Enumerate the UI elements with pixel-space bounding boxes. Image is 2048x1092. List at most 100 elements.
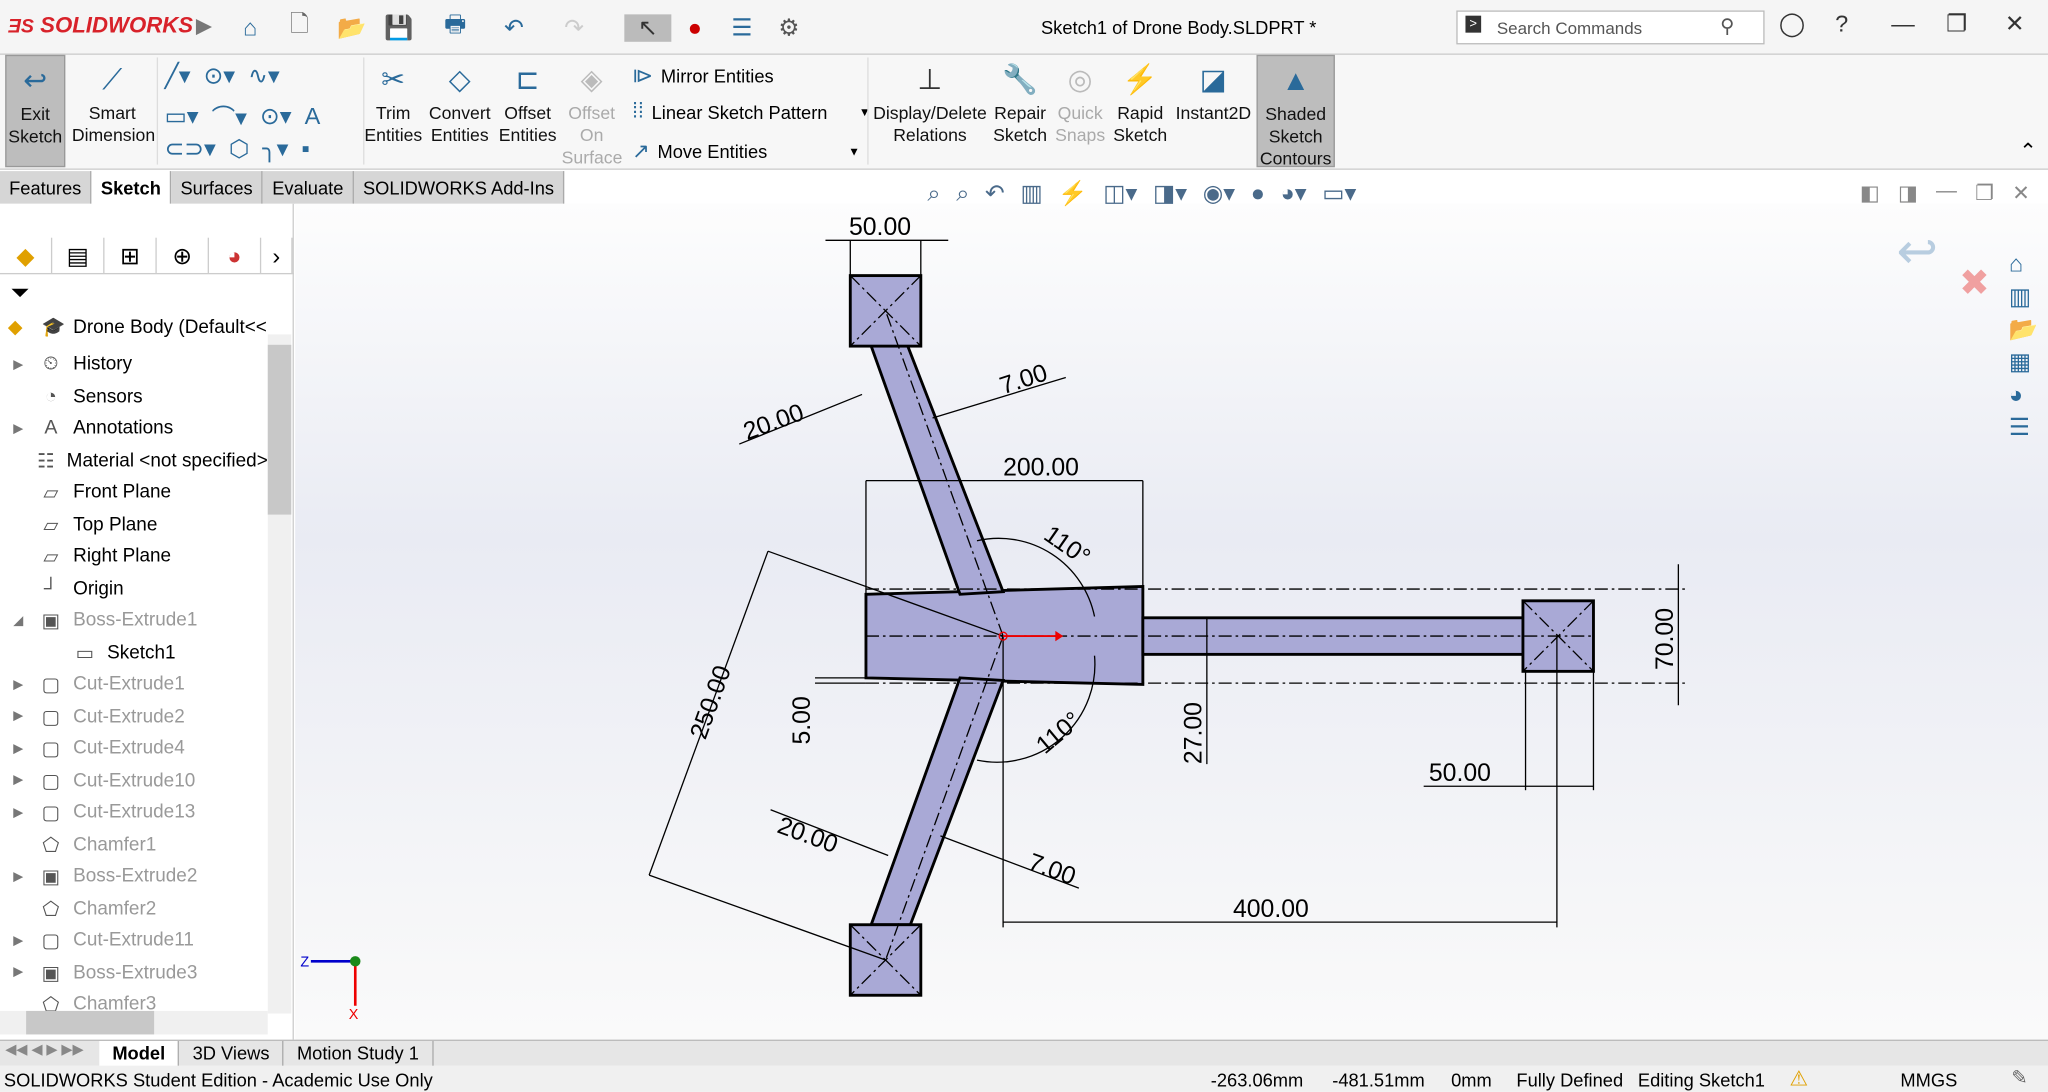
collapse-arrow-icon[interactable]: ◢ bbox=[0, 614, 37, 628]
file-properties-icon[interactable]: ☰ bbox=[718, 14, 765, 41]
tree-item[interactable]: ⬠ Chamfer2 bbox=[0, 893, 268, 925]
tree-item[interactable]: ▶ ▢ Cut-Extrude13 bbox=[0, 797, 268, 829]
fillet-icon[interactable]: ╮▾ bbox=[262, 136, 288, 163]
ellipse-icon[interactable]: ⊙▾ bbox=[260, 103, 292, 130]
minimize-icon[interactable]: — bbox=[1891, 10, 1915, 37]
expand-arrow-icon[interactable]: ▶ bbox=[0, 774, 37, 788]
expand-arrow-icon[interactable]: ▶ bbox=[0, 966, 37, 980]
tab-scroll-arrows[interactable]: ◀◀ ◀ ▶ ▶▶ bbox=[0, 1041, 99, 1066]
text-icon[interactable]: A bbox=[305, 103, 321, 130]
menu-expand-arrow[interactable]: ▶ bbox=[196, 13, 212, 39]
convert-entities-button[interactable]: ◇ Convert Entities bbox=[426, 55, 494, 146]
expand-arrow-icon[interactable]: ▶ bbox=[0, 742, 37, 756]
move-entities-button[interactable]: ↗ Move Entities ▼ bbox=[632, 138, 860, 164]
collapse-ribbon-icon[interactable]: ⌃ bbox=[2019, 138, 2037, 164]
undo-icon[interactable]: ↶ bbox=[504, 14, 564, 41]
filter-icon[interactable]: ⏷ bbox=[10, 280, 29, 307]
repair-sketch-button[interactable]: 🔧 Repair Sketch bbox=[990, 55, 1050, 146]
tree-item[interactable]: ▶ ▢ Cut-Extrude2 bbox=[0, 701, 268, 733]
polygon-icon[interactable]: ⬡ bbox=[229, 136, 250, 163]
tree-item[interactable]: ▶ ▣ Boss-Extrude3 bbox=[0, 957, 268, 989]
tree-item[interactable]: ▶ ▢ Cut-Extrude10 bbox=[0, 765, 268, 797]
close-icon[interactable]: ✕ bbox=[2005, 10, 2025, 37]
tree-item[interactable]: ▶ ▣ Boss-Extrude2 bbox=[0, 861, 268, 893]
tree-item[interactable]: ▶ ▢ Cut-Extrude11 bbox=[0, 925, 268, 957]
offset-entities-button[interactable]: ⊏ Offset Entities bbox=[498, 55, 558, 146]
tree-item[interactable]: ▱ Front Plane bbox=[0, 477, 268, 509]
dim-span[interactable]: 250.00 bbox=[686, 662, 737, 743]
restore-icon[interactable]: ❐ bbox=[1946, 10, 1967, 37]
spline-icon[interactable]: ∿▾ bbox=[248, 63, 280, 90]
dim-offset[interactable]: 5.00 bbox=[789, 696, 816, 744]
tree-horizontal-scrollbar[interactable] bbox=[0, 1010, 268, 1035]
save-icon[interactable]: 💾 bbox=[384, 14, 444, 41]
tab-3d-views[interactable]: 3D Views bbox=[180, 1040, 284, 1066]
dim-right-square[interactable]: 50.00 bbox=[1429, 760, 1491, 787]
search-commands-input[interactable]: Search Commands > ⚲ bbox=[1456, 10, 1765, 45]
dim-angle-bottom[interactable]: 110° bbox=[1031, 707, 1086, 759]
dim-right-arm[interactable]: 27.00 bbox=[1181, 702, 1208, 764]
exit-sketch-button[interactable]: ↩ Exit Sketch bbox=[5, 54, 66, 168]
tree-item[interactable]: ▱ Right Plane bbox=[0, 541, 268, 573]
viewport-minimize-icon[interactable]: — bbox=[1936, 180, 1957, 206]
shaded-sketch-contours-button[interactable]: ▲ Shaded Sketch Contours bbox=[1256, 54, 1335, 168]
slot-icon[interactable]: ⊂⊃▾ bbox=[165, 136, 216, 163]
tab-sketch[interactable]: Sketch bbox=[91, 171, 172, 204]
tree-item[interactable]: ◢ ▣ Boss-Extrude1 bbox=[0, 605, 268, 637]
dim-hub-width[interactable]: 200.00 bbox=[1003, 454, 1079, 481]
rectangle-icon[interactable]: ▭▾ bbox=[165, 103, 199, 130]
expand-arrow-icon[interactable]: ▶ bbox=[0, 422, 37, 436]
linear-sketch-pattern-button[interactable]: ⁞⁞ Linear Sketch Pattern ▼ bbox=[632, 101, 870, 125]
options-gear-icon[interactable]: ⚙ bbox=[765, 14, 812, 41]
viewport-restore-icon[interactable]: ❐ bbox=[1975, 180, 1994, 206]
tree-item[interactable]: ▶ A Annotations bbox=[0, 413, 268, 445]
feature-manager-tab-icon[interactable]: ◆ bbox=[0, 237, 53, 273]
display-delete-relations-button[interactable]: ⊥ Display/Delete Relations bbox=[871, 55, 989, 146]
dim-length[interactable]: 400.00 bbox=[1233, 896, 1309, 923]
expand-arrow-icon[interactable]: ▶ bbox=[0, 358, 37, 372]
expand-arrow-icon[interactable]: ▶ bbox=[0, 710, 37, 724]
line-icon[interactable]: ╱▾ bbox=[165, 63, 191, 90]
rebuild-icon[interactable]: ● bbox=[671, 14, 718, 41]
help-icon[interactable]: ? bbox=[1835, 10, 1848, 37]
tree-root[interactable]: ◆ 🎓 Drone Body (Default<< bbox=[8, 316, 267, 339]
rebuild-warning-icon[interactable]: ⚠ bbox=[1789, 1066, 1808, 1092]
dim-arm-thick-top[interactable]: 7.00 bbox=[997, 360, 1051, 401]
point-icon[interactable]: ▪ bbox=[301, 136, 309, 163]
appearance-tab-icon[interactable]: ◕ bbox=[209, 237, 262, 273]
solidworks-logo[interactable]: ƎS SOLIDWORKS bbox=[8, 13, 193, 39]
dim-arm-width-top[interactable]: 20.00 bbox=[740, 399, 808, 446]
tab-model[interactable]: Model bbox=[99, 1040, 180, 1066]
expand-arrow-icon[interactable]: ▶ bbox=[0, 678, 37, 692]
dim-right-height[interactable]: 70.00 bbox=[1652, 608, 1679, 670]
expand-arrow-icon[interactable]: ▶ bbox=[0, 934, 37, 948]
unit-system[interactable]: MMGS bbox=[1900, 1070, 1957, 1091]
tree-vertical-scrollbar[interactable] bbox=[267, 334, 292, 1014]
tree-item[interactable]: ☷ Material <not specified> bbox=[0, 445, 268, 477]
select-icon[interactable]: ↖ bbox=[624, 13, 672, 42]
dim-arm-thick-bottom[interactable]: 7.00 bbox=[1025, 849, 1080, 891]
tree-item[interactable]: ▱ Top Plane bbox=[0, 509, 268, 541]
tile-right-icon[interactable]: ◨ bbox=[1898, 180, 1918, 206]
new-document-icon[interactable]: 🗋 bbox=[290, 8, 337, 47]
dim-angle-top[interactable]: 110° bbox=[1039, 521, 1095, 571]
dimxpert-tab-icon[interactable]: ⊕ bbox=[157, 237, 209, 273]
expand-arrow-icon[interactable]: ▶ bbox=[0, 806, 37, 820]
sketch-canvas[interactable]: 50.00 20.00 7.00 200.00 110° 110° 250.00… bbox=[295, 204, 2048, 1040]
circle-icon[interactable]: ⊙▾ bbox=[204, 63, 236, 90]
property-manager-tab-icon[interactable]: ▤ bbox=[52, 237, 105, 273]
tree-item[interactable]: ▭ Sketch1 bbox=[0, 637, 268, 669]
tab-motion-study[interactable]: Motion Study 1 bbox=[284, 1040, 434, 1066]
search-icon[interactable]: ⚲ bbox=[1720, 14, 1734, 38]
smart-dimension-button[interactable]: ⟋ Smart Dimension bbox=[72, 55, 155, 146]
tree-item[interactable]: ⬠ Chamfer1 bbox=[0, 829, 268, 861]
dim-top-square[interactable]: 50.00 bbox=[849, 214, 911, 241]
rapid-sketch-button[interactable]: ⚡ Rapid Sketch bbox=[1113, 55, 1168, 146]
tab-surfaces[interactable]: Surfaces bbox=[171, 171, 264, 204]
tree-item[interactable]: ▶ ▢ Cut-Extrude4 bbox=[0, 733, 268, 765]
user-icon[interactable]: ◯ bbox=[1779, 10, 1805, 37]
trim-entities-button[interactable]: ✂ Trim Entities bbox=[364, 55, 422, 146]
tab-features[interactable]: Features bbox=[0, 171, 92, 204]
graphics-area[interactable]: ⌕ ⌕ ↶ ▥ ⚡ ◫▾ ◨▾ ◉▾ ● ◕▾ ▭▾ ◧ ◨ — ❐ ✕ ↩ ✖ ⌂ ▥ 📂 ▦ ◕ ☰ 50.00 … bbox=[295, 180, 2048, 1040]
tree-item[interactable]: ▶ ▢ Cut-Extrude1 bbox=[0, 669, 268, 701]
